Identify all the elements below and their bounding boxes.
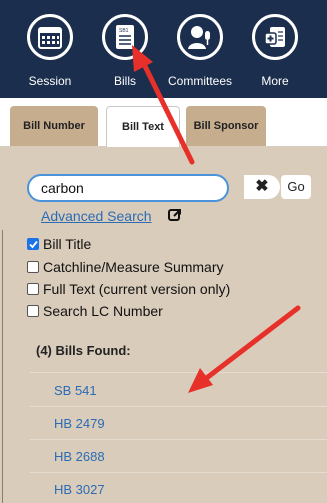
search-input[interactable]	[27, 174, 229, 202]
option-label: Full Text (current version only)	[43, 281, 231, 297]
result-link[interactable]: SB 541	[54, 383, 97, 398]
checkbox[interactable]	[27, 261, 39, 273]
nav-label: Bills	[113, 74, 136, 88]
annotation-arrow-down	[188, 305, 301, 393]
divider	[30, 406, 327, 407]
nav-item-bills[interactable]: SB1 Bills	[85, 0, 165, 98]
checkbox[interactable]	[27, 305, 39, 317]
nav-label: Session	[28, 74, 72, 88]
divider	[30, 439, 327, 440]
calendar-icon	[38, 27, 62, 49]
checkbox-checked[interactable]	[27, 238, 39, 250]
left-border	[2, 230, 3, 503]
document-icon: SB1	[116, 25, 134, 49]
check-icon	[29, 240, 38, 249]
advanced-search-link[interactable]: Advanced Search	[41, 208, 152, 224]
nav-circle	[177, 14, 223, 60]
nav-circle: SB1	[102, 14, 148, 60]
add-document-icon	[264, 27, 285, 47]
checkbox[interactable]	[27, 283, 39, 295]
option-label: Bill Title	[43, 236, 92, 252]
go-button[interactable]: Go	[281, 175, 311, 199]
clear-search-button[interactable]: ✖	[244, 175, 280, 199]
external-link-icon[interactable]	[168, 207, 183, 222]
divider	[30, 372, 327, 373]
nav-item-more[interactable]: More	[235, 0, 315, 98]
bills-badge-text: SB1	[119, 28, 129, 34]
result-link[interactable]: HB 2688	[54, 449, 105, 464]
nav-circle	[252, 14, 298, 60]
tab-bill-sponsor[interactable]: Bill Sponsor	[186, 106, 266, 146]
nav-circle	[27, 14, 73, 60]
nav-label: Committees	[167, 74, 232, 88]
nav-item-committees[interactable]: Committees	[160, 0, 240, 98]
divider	[30, 472, 327, 473]
tab-bill-text[interactable]: Bill Text	[106, 106, 180, 147]
microphone-icon	[188, 26, 210, 49]
tab-bill-number[interactable]: Bill Number	[10, 106, 98, 146]
result-link[interactable]: HB 2479	[54, 416, 105, 431]
nav-label: More	[261, 74, 289, 88]
option-label: Catchline/Measure Summary	[43, 259, 224, 275]
top-navigation-bar: Session SB1 Bills Committees More	[0, 0, 327, 98]
result-link[interactable]: HB 3027	[54, 482, 105, 497]
search-tab-bar: Bill Number Bill Text Bill Sponsor	[0, 98, 327, 147]
option-label: Search LC Number	[43, 303, 163, 319]
nav-item-session[interactable]: Session	[10, 0, 90, 98]
results-count-heading: (4) Bills Found:	[36, 343, 131, 358]
